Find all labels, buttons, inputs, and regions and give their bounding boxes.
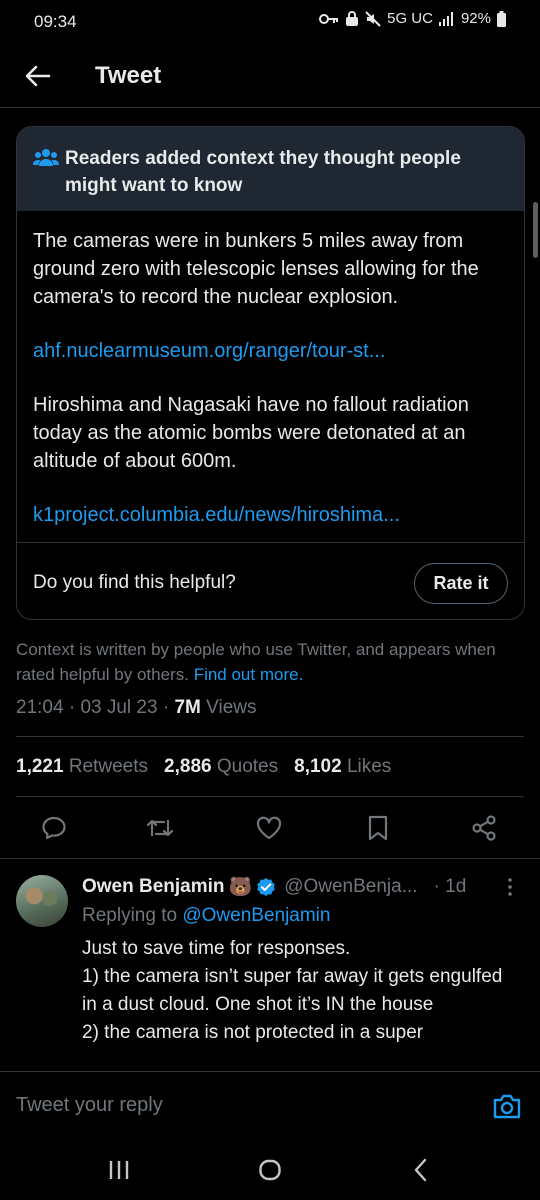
status-time: 09:34 [34,12,77,31]
retweet-button[interactable] [144,812,176,844]
note-paragraph: Hiroshima and Nagasaki have no fallout r… [33,394,469,472]
top-app-bar: Tweet [0,44,540,108]
reply-icon [42,816,66,840]
reply-author-name[interactable]: Owen Benjamin [82,876,225,898]
back-button[interactable] [22,60,54,92]
like-button[interactable] [253,812,285,844]
tweet-date: 03 Jul 23 [80,697,158,718]
reply-time: · 1d [433,876,467,897]
verified-badge-icon [257,878,276,896]
note-body: The cameras were in bunkers 5 miles away… [17,211,524,529]
more-options-button[interactable] [500,877,520,897]
bookmark-icon [368,815,388,841]
reply-line: 1) the camera isn’t super far away it ge… [82,966,503,1015]
retweets-stat[interactable]: 1,221 Retweets [16,756,148,778]
tweet-timestamp: 21:04 · 03 Jul 23 · 7M Views [16,697,257,718]
quotes-stat[interactable]: 2,886 Quotes [164,756,278,778]
reply-line: 2) the camera is not protected in a supe… [82,1022,424,1043]
rate-it-button[interactable]: Rate it [414,563,508,604]
tweet-time: 21:04 [16,697,64,718]
arrow-left-icon [25,65,51,87]
system-navigation-bar [0,1141,540,1200]
page-title: Tweet [95,62,162,89]
status-icons: 5G UC 92% [319,10,506,27]
tweet-actions [0,808,540,848]
replying-prefix: Replying to [82,905,178,926]
replying-to-handle[interactable]: @OwenBenjamin [182,905,330,926]
tweet-stats: 1,221 Retweets 2,886 Quotes 8,102 Likes [16,756,391,778]
share-icon [472,815,496,841]
reply-text: Just to save time for responses. 1) the … [82,935,522,1047]
home-icon [259,1159,281,1181]
back-nav-button[interactable] [406,1157,436,1183]
note-header: Readers added context they thought peopl… [17,127,524,211]
status-bar: 09:34 5G UC 92% [0,0,540,44]
mute-icon [365,10,381,27]
note-source-link[interactable]: ahf.nuclearmuseum.org/ranger/tour-st... [33,340,385,362]
battery-percent: 92% [460,10,491,27]
helpful-question: Do you find this helpful? [33,572,236,593]
reply-composer: Tweet your reply [0,1071,540,1141]
note-heading: Readers added context they thought peopl… [65,148,461,196]
reply-tweet[interactable]: Owen Benjamin 🐻 @OwenBenja... · 1d Reply… [0,858,540,1070]
camera-button[interactable] [492,1092,522,1122]
views-count: 7M [174,697,201,718]
recent-apps-button[interactable] [104,1157,134,1183]
network-label: 5G UC [387,10,433,27]
key-icon [319,13,339,24]
signal-icon [438,11,453,26]
note-source-link[interactable]: k1project.columbia.edu/news/hiroshima... [33,504,400,526]
scrollbar[interactable] [533,202,538,258]
recents-icon [109,1161,129,1179]
context-disclaimer: Context is written by people who use Twi… [16,637,521,687]
retweet-icon [146,819,174,837]
reply-input[interactable]: Tweet your reply [16,1094,163,1117]
lock-icon [346,10,359,26]
reply-line: Just to save time for responses. [82,938,351,959]
bear-emoji: 🐻 [228,877,253,898]
views-label[interactable]: Views [206,697,256,718]
reply-author-handle: @OwenBenja... [284,876,418,897]
divider [17,542,524,543]
like-icon [256,816,282,840]
avatar[interactable] [16,875,68,927]
likes-stat[interactable]: 8,102 Likes [294,756,391,778]
find-out-more-link[interactable]: Find out more. [194,665,304,684]
home-button[interactable] [255,1157,285,1183]
chevron-left-icon [414,1158,427,1182]
camera-icon [493,1094,521,1119]
community-note: Readers added context they thought peopl… [16,126,525,620]
battery-icon [497,10,506,27]
replying-to: Replying to @OwenBenjamin [82,905,330,927]
share-button[interactable] [468,812,500,844]
reply-header: Owen Benjamin 🐻 @OwenBenja... · 1d [82,875,466,899]
reply-button[interactable] [38,812,70,844]
people-icon [33,149,59,166]
note-paragraph: The cameras were in bunkers 5 miles away… [33,230,479,308]
more-vertical-icon [508,878,512,896]
bookmark-button[interactable] [362,812,394,844]
divider [16,796,524,797]
divider [16,736,524,737]
